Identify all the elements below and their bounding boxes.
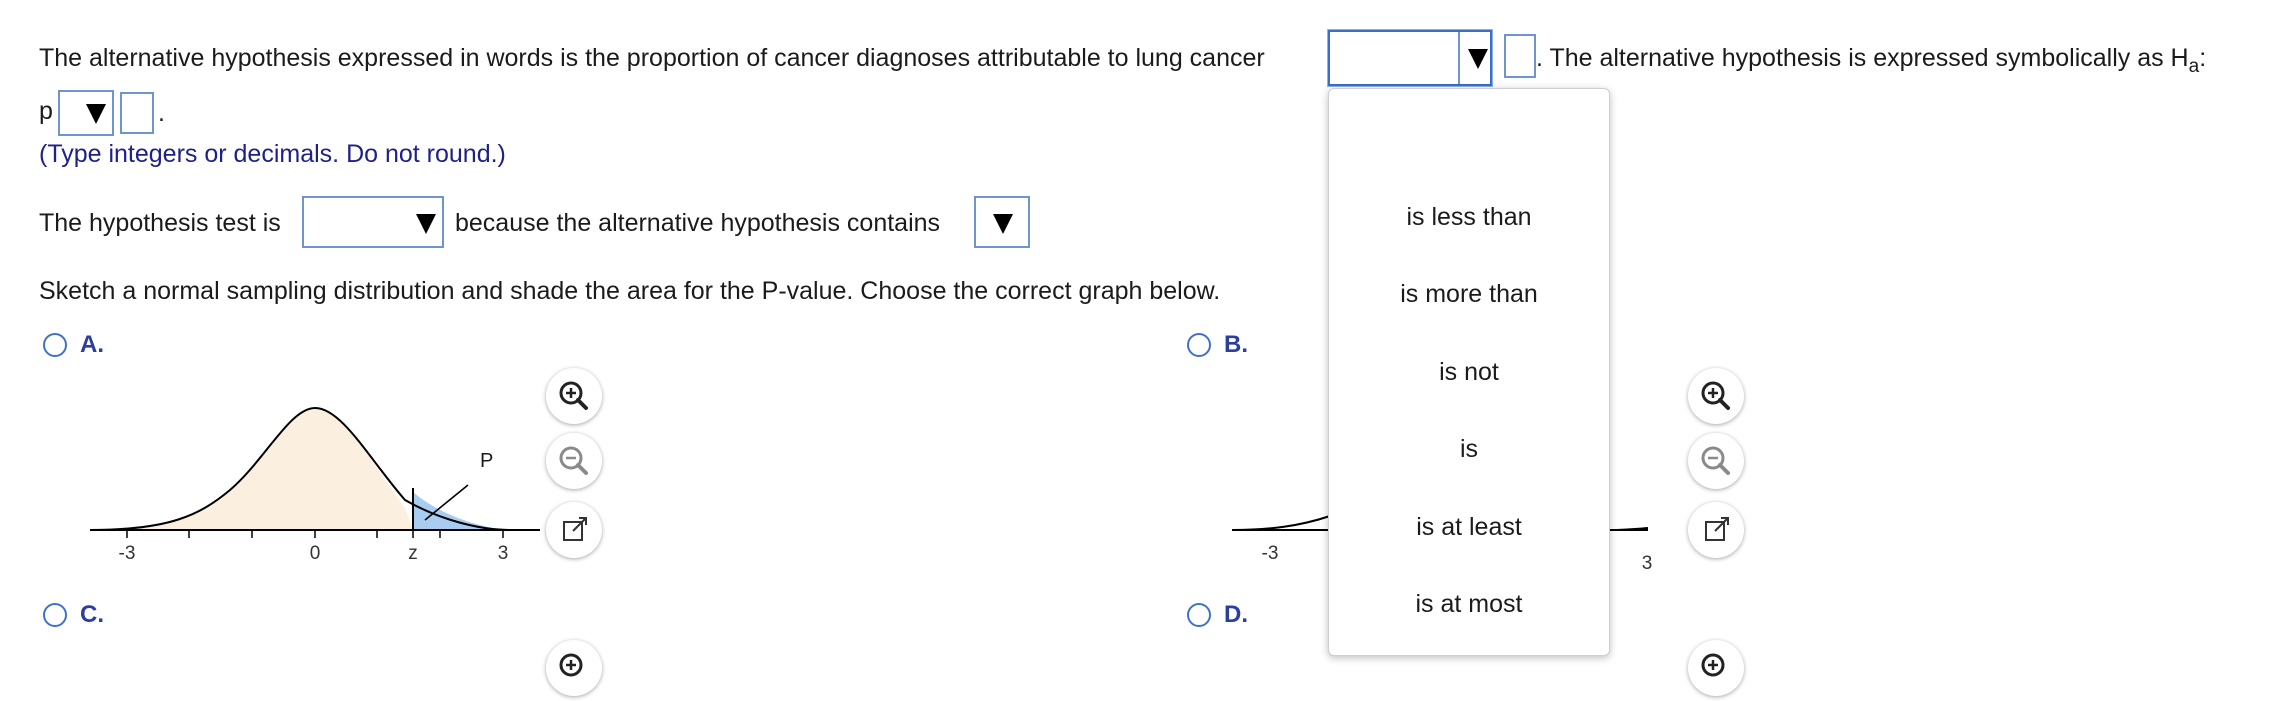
option-a-label: A. xyxy=(80,331,104,358)
relation-dropdown-menu: is less than is more than is not is is a… xyxy=(1328,88,1610,656)
graph-b-zoom-out-button[interactable] xyxy=(1688,433,1744,489)
zoom-in-icon xyxy=(559,381,588,410)
graph-a-zoom-out-button[interactable] xyxy=(546,433,602,489)
popout-icon xyxy=(563,517,587,541)
popout-icon xyxy=(1705,517,1729,541)
graph-b-zoom-in-button[interactable] xyxy=(1688,368,1744,424)
graph-a-tick-label: 3 xyxy=(497,543,509,564)
graph-a-tick-label: -3 xyxy=(118,543,136,564)
alt-contains-dropdown[interactable] xyxy=(974,196,1030,248)
symbolic-value-input[interactable] xyxy=(120,92,154,134)
option-b-label: B. xyxy=(1224,331,1248,358)
graph-b-popout-button[interactable] xyxy=(1688,502,1744,558)
graph-a-popout-button[interactable] xyxy=(546,502,602,558)
triangle-down-icon xyxy=(86,104,106,124)
period-text: . xyxy=(158,99,165,127)
symbolic-operator-dropdown[interactable] xyxy=(58,90,114,136)
graph-c-zoom-in-button[interactable] xyxy=(546,640,602,696)
zoom-in-icon xyxy=(1701,653,1725,677)
zoom-out-icon xyxy=(559,446,588,475)
menu-item-is[interactable]: is xyxy=(1329,435,1609,464)
menu-item-is-at-least[interactable]: is at least xyxy=(1329,513,1609,542)
alt-hypothesis-value-input[interactable] xyxy=(1504,34,1536,78)
option-c-label: C. xyxy=(80,601,104,628)
menu-item-is-at-most[interactable]: is at most xyxy=(1329,590,1609,619)
graph-a xyxy=(89,406,540,538)
option-b-radio[interactable] xyxy=(1187,333,1211,357)
input-note: (Type integers or decimals. Do not round… xyxy=(39,140,506,168)
alt-hypothesis-relation-dropdown[interactable] xyxy=(1328,30,1492,86)
option-d-label: D. xyxy=(1224,601,1248,628)
p-label: p xyxy=(39,97,53,125)
menu-item-is-less-than[interactable]: is less than xyxy=(1329,203,1609,232)
graph-a-tick-label: 0 xyxy=(309,543,321,564)
test-prefix-text: The hypothesis test is xyxy=(39,209,281,237)
triangle-down-icon xyxy=(1468,49,1488,69)
graph-a-p-label: P xyxy=(480,450,494,472)
triangle-down-icon xyxy=(416,214,436,234)
option-d-radio[interactable] xyxy=(1187,603,1211,627)
option-a-radio[interactable] xyxy=(43,333,67,357)
sketch-instruction: Sketch a normal sampling distribution an… xyxy=(39,277,1221,305)
h-subscript: a xyxy=(2188,56,2200,77)
graph-a-ticks xyxy=(126,530,504,538)
graph-d-zoom-in-button[interactable] xyxy=(1688,640,1744,696)
option-c-radio[interactable] xyxy=(43,603,67,627)
zoom-out-icon xyxy=(1701,446,1730,475)
graph-b-tick-label: 3 xyxy=(1641,553,1653,574)
alt-hypothesis-symbolic-text: . The alternative hypothesis is expresse… xyxy=(1536,44,2207,77)
alt-hypothesis-words-text: The alternative hypothesis expressed in … xyxy=(39,44,1265,72)
graph-b-tick-label: -3 xyxy=(1261,543,1279,564)
menu-item-is-more-than[interactable]: is more than xyxy=(1329,280,1609,309)
test-type-dropdown[interactable] xyxy=(302,196,444,248)
zoom-in-icon xyxy=(559,653,583,677)
zoom-in-icon xyxy=(1701,381,1730,410)
triangle-down-icon xyxy=(993,214,1013,234)
test-middle-text: because the alternative hypothesis conta… xyxy=(455,209,941,237)
graph-a-tick-label: z xyxy=(408,543,418,564)
menu-item-is-not[interactable]: is not xyxy=(1329,358,1609,387)
graph-a-zoom-in-button[interactable] xyxy=(546,368,602,424)
